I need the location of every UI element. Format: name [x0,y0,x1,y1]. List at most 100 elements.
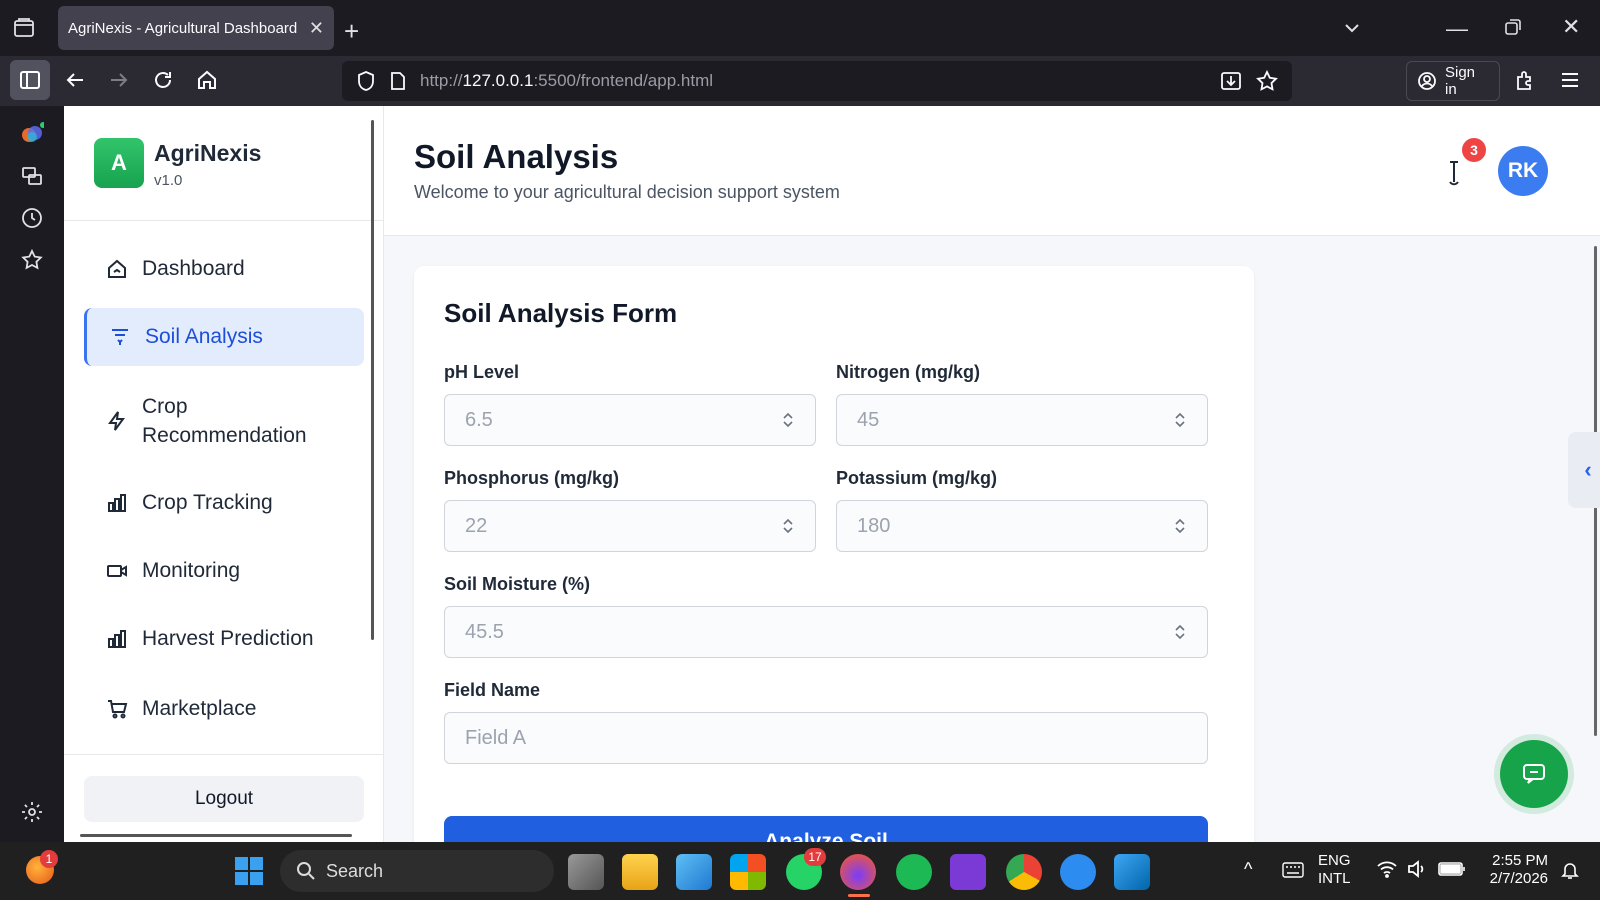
soil-moisture-label: Soil Moisture (%) [444,574,591,594]
account-icon [1417,71,1437,91]
number-spinner-icon[interactable] [1173,410,1187,430]
logout-button[interactable]: Logout [84,776,364,822]
spotify-icon[interactable] [896,854,932,890]
search-icon [297,862,315,880]
remote-desktop-icon[interactable] [1060,854,1096,890]
chat-bubble-button[interactable] [1500,740,1568,808]
field-name-input[interactable]: Field A [444,712,1208,764]
windows-start-icon[interactable] [234,856,264,886]
phosphorus-input[interactable]: 22 [444,500,816,552]
url-text: http://127.0.0.1:5500/frontend/app.html [420,71,714,90]
nitrogen-input[interactable]: 45 [836,394,1208,446]
chrome-icon[interactable] [1006,854,1042,890]
system-clock[interactable]: 2:55 PM 2/7/2026 [1478,852,1548,888]
divider [64,220,384,221]
bookmark-star-icon[interactable] [1256,70,1278,92]
notification-count-badge: 3 [1462,138,1486,162]
sidebar-item-label: Crop Recommendation [142,395,307,447]
history-icon[interactable] [20,206,44,230]
search-placeholder: Search [326,860,384,881]
sidebar-item-harvest-prediction[interactable]: Harvest Prediction [84,610,364,668]
browser-sidebar [0,106,64,842]
bookmarks-star-icon[interactable] [20,248,44,272]
number-spinner-icon[interactable] [1173,516,1187,536]
show-hidden-icons-chevron-icon[interactable]: ^ [1244,860,1252,878]
input-language[interactable]: ENG INTL [1318,852,1351,888]
collapse-panel-chevron-icon[interactable]: ‹ [1568,432,1600,508]
analyze-soil-button[interactable]: Analyze Soil [444,816,1208,842]
number-spinner-icon[interactable] [781,410,795,430]
clock-time: 2:55 PM [1492,852,1548,869]
menu-hamburger-icon[interactable] [1560,71,1580,89]
url-bar[interactable]: http://127.0.0.1:5500/frontend/app.html [342,61,1292,101]
sidebar-toggle-icon[interactable] [10,60,50,100]
sidebar-item-monitoring[interactable]: Monitoring [84,542,364,600]
sign-in-button[interactable]: Sign in [1406,61,1500,101]
chat-icon [1523,764,1545,784]
shield-icon[interactable] [356,70,376,92]
filter-icon [109,326,131,348]
file-explorer-icon[interactable] [622,854,658,890]
app-viewport: A AgriNexis v1.0 Dashboard Soil Analysis… [64,106,1600,842]
new-tab-icon[interactable]: + [344,16,359,47]
onenote-icon[interactable] [950,854,986,890]
sidebar-item-crop-tracking[interactable]: Crop Tracking [84,474,364,532]
firefox-icon[interactable] [840,854,876,890]
sidebar-item-crop-recommendation[interactable]: Crop Recommendation [84,382,364,460]
notifications-icon[interactable] [1560,860,1580,880]
browser-tab-active[interactable]: AgriNexis - Agricultural Dashboard ✕ [58,6,334,50]
synced-tabs-icon[interactable] [20,164,44,188]
sidebar-item-dashboard[interactable]: Dashboard [84,240,364,298]
keyboard-icon[interactable] [1282,862,1304,878]
download-icon[interactable] [1220,70,1242,92]
ph-level-input[interactable]: 6.5 [444,394,816,446]
tab-overview-icon[interactable] [12,16,36,40]
volume-icon[interactable] [1406,860,1428,878]
microsoft-store-icon[interactable] [730,854,766,890]
minimize-icon[interactable]: — [1446,16,1468,42]
sidebar-item-label: Monitoring [142,559,241,582]
video-icon [106,560,128,582]
back-arrow-icon[interactable] [64,69,86,91]
ph-level-label: pH Level [444,362,520,382]
sidebar-item-marketplace[interactable]: Marketplace [84,680,364,738]
notification-bell-icon[interactable] [1444,158,1464,188]
nitrogen-label: Nitrogen (mg/kg) [836,362,980,382]
divider [64,754,384,755]
number-spinner-icon[interactable] [781,516,795,536]
copilot-icon[interactable] [20,122,44,146]
home-icon[interactable] [196,69,218,91]
nitrogen-placeholder: 45 [857,408,880,431]
sidebar-item-label: Harvest Prediction [142,627,314,650]
sidebar-scrollbar[interactable] [371,120,374,640]
active-app-indicator [848,894,870,897]
tab-title: AgriNexis - Agricultural Dashboard [68,19,298,37]
user-avatar[interactable]: RK [1498,146,1548,196]
tab-list-chevron-icon[interactable] [1342,18,1362,38]
taskbar-search-box[interactable]: Search [280,850,554,892]
extensions-icon[interactable] [1514,69,1536,91]
soil-moisture-input[interactable]: 45.5 [444,606,1208,658]
settings-gear-icon[interactable] [20,800,44,824]
reload-icon[interactable] [152,69,174,91]
potassium-input[interactable]: 180 [836,500,1208,552]
sidebar-item-soil-analysis[interactable]: Soil Analysis [84,308,364,366]
battery-icon[interactable] [1438,862,1466,876]
close-window-icon[interactable]: ✕ [1562,14,1580,40]
close-tab-icon[interactable]: ✕ [309,18,324,39]
forward-arrow-icon[interactable] [108,69,130,91]
sidebar-horizontal-scrollbar[interactable] [80,834,352,837]
soil-analysis-form-card: Soil Analysis Form pH Level 6.5 Nitrogen… [414,266,1254,842]
sidebar-item-label: Crop Tracking [142,491,273,514]
wifi-icon[interactable] [1376,860,1398,878]
browser-tab-strip: AgriNexis - Agricultural Dashboard ✕ + —… [0,0,1600,56]
form-title: Soil Analysis Form [444,298,678,328]
restore-icon[interactable] [1504,18,1522,36]
bar-chart-icon [106,492,128,514]
photos-icon[interactable] [676,854,712,890]
number-spinner-icon[interactable] [1173,622,1187,642]
windows-taskbar: 1 Search 17 ^ ENG INTL 2:55 PM 2/7/2026 [0,842,1600,900]
vscode-icon[interactable] [1114,854,1150,890]
page-header: Soil Analysis Welcome to your agricultur… [384,106,1600,236]
task-view-icon[interactable] [568,854,604,890]
